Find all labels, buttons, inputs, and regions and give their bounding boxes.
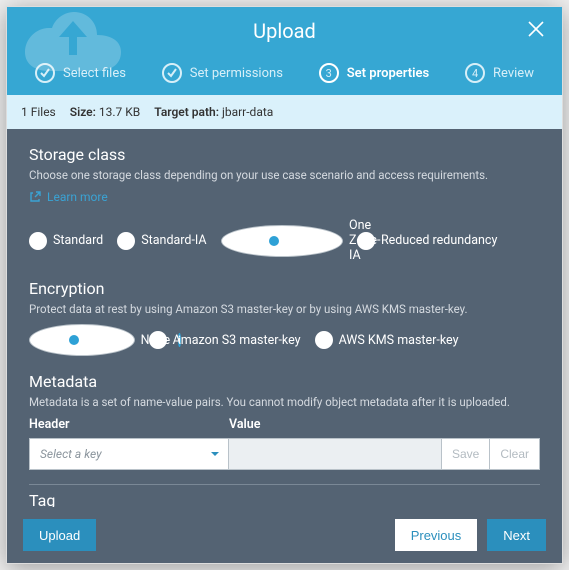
close-icon (526, 19, 546, 39)
select-display: Select a key (29, 438, 229, 470)
radio-standard[interactable]: Standard (29, 232, 103, 250)
modal-footer: Upload Previous Next (7, 507, 562, 563)
metadata-row: Select a key Save Clear (29, 438, 540, 470)
column-value: Value (229, 417, 261, 432)
step-number-icon: 4 (465, 63, 485, 83)
metadata-columns: Header Value (29, 417, 540, 432)
radio-icon (221, 225, 343, 257)
radio-label: Standard (53, 233, 103, 248)
radio-label: Standard-IA (141, 233, 206, 248)
step-set-properties[interactable]: 3 Set properties (319, 63, 429, 83)
files-count: 1 Files (21, 105, 56, 119)
radio-icon (117, 232, 135, 250)
radio-label: AWS KMS master-key (339, 333, 459, 348)
radio-icon (149, 331, 167, 349)
step-set-permissions[interactable]: Set permissions (162, 63, 283, 83)
upload-modal: Upload Select files Set permissions 3 Se… (6, 6, 563, 564)
storage-class-options: Standard Standard-IA One Zone-IA Reduced… (29, 218, 540, 263)
size-field: Size: 13.7 KB (70, 105, 141, 119)
storage-class-desc: Choose one storage class depending on yo… (29, 168, 540, 182)
section-divider (29, 484, 540, 485)
encryption-title: Encryption (29, 279, 540, 298)
upload-summary-bar: 1 Files Size: 13.7 KB Target path: jbarr… (7, 95, 562, 129)
learn-more-label: Learn more (47, 190, 108, 204)
radio-reduced-redundancy[interactable]: Reduced redundancy (357, 232, 497, 250)
modal-header: Upload Select files Set permissions 3 Se… (7, 7, 562, 95)
next-button[interactable]: Next (487, 519, 546, 551)
metadata-save-button[interactable]: Save (442, 438, 490, 470)
metadata-key-select[interactable]: Select a key (29, 438, 229, 470)
tag-title: Tag (29, 491, 540, 507)
radio-standard-ia[interactable]: Standard-IA (117, 232, 206, 250)
storage-class-title: Storage class (29, 145, 540, 164)
column-header: Header (29, 417, 229, 432)
panel-inner: Storage class Choose one storage class d… (7, 129, 562, 507)
close-button[interactable] (526, 19, 546, 43)
radio-icon (29, 232, 47, 250)
chevron-down-icon (209, 448, 221, 460)
radio-icon (357, 232, 375, 250)
radio-label: Amazon S3 master-key (173, 333, 301, 348)
step-label: Set permissions (190, 66, 283, 81)
cloud-upload-icon (25, 7, 121, 71)
radio-one-zone-ia[interactable]: One Zone-IA (221, 218, 343, 263)
metadata-value-input[interactable] (229, 438, 442, 470)
encryption-desc: Protect data at rest by using Amazon S3 … (29, 302, 540, 316)
step-label: Review (493, 66, 534, 81)
radio-s3-master-key[interactable]: Amazon S3 master-key (149, 331, 301, 349)
encryption-options: Nonei Amazon S3 master-key AWS KMS maste… (29, 324, 540, 356)
metadata-title: Metadata (29, 372, 540, 391)
upload-button[interactable]: Upload (23, 519, 96, 551)
radio-icon (29, 324, 135, 356)
target-path-field: Target path: jbarr-data (154, 105, 273, 119)
step-number-icon: 3 (319, 63, 339, 83)
properties-panel[interactable]: Storage class Choose one storage class d… (7, 129, 562, 507)
step-review[interactable]: 4 Review (465, 63, 534, 83)
previous-button[interactable]: Previous (395, 519, 478, 551)
radio-kms-master-key[interactable]: AWS KMS master-key (315, 331, 459, 349)
metadata-desc: Metadata is a set of name-value pairs. Y… (29, 395, 540, 409)
radio-icon (315, 331, 333, 349)
radio-none[interactable]: Nonei (29, 324, 135, 356)
check-icon (162, 63, 182, 83)
learn-more-link[interactable]: Learn more (29, 190, 108, 204)
external-link-icon (29, 191, 41, 203)
radio-label: Reduced redundancy (381, 233, 497, 248)
step-label: Set properties (347, 66, 429, 81)
metadata-clear-button[interactable]: Clear (490, 438, 540, 470)
